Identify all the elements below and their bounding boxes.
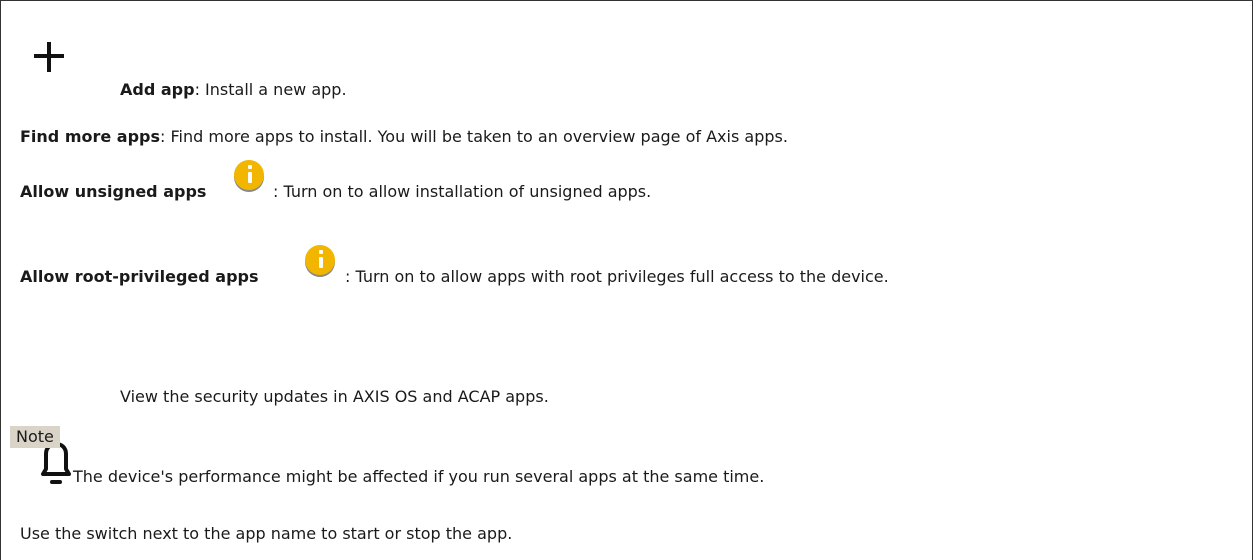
allow-root-label: Allow root-privileged apps xyxy=(20,267,259,286)
security-updates-text: View the security updates in AXIS OS and… xyxy=(120,387,549,406)
note-badge: Note xyxy=(10,426,60,448)
add-app-label: Add app xyxy=(120,80,195,99)
info-icon xyxy=(234,160,264,190)
add-icon[interactable] xyxy=(34,42,64,72)
note-text: The device's performance might be affect… xyxy=(73,467,765,486)
allow-unsigned-desc: : Turn on to allow installation of unsig… xyxy=(273,182,652,201)
find-more-line: Find more apps: Find more apps to instal… xyxy=(20,127,788,147)
allow-root-desc: : Turn on to allow apps with root privil… xyxy=(345,267,889,286)
info-icon xyxy=(305,245,335,275)
allow-unsigned-label: Allow unsigned apps xyxy=(20,182,207,201)
add-app-desc: : Install a new app. xyxy=(194,80,347,99)
find-more-label: Find more apps xyxy=(20,127,161,146)
allow-unsigned-line: Allow unsigned apps xyxy=(20,182,206,202)
allow-root-line: Allow root-privileged apps xyxy=(20,267,259,287)
find-more-desc: : Find more apps to install. You will be… xyxy=(160,127,788,146)
add-app-line: Add app: Install a new app. xyxy=(120,80,347,100)
footer-text: Use the switch next to the app name to s… xyxy=(20,524,513,543)
